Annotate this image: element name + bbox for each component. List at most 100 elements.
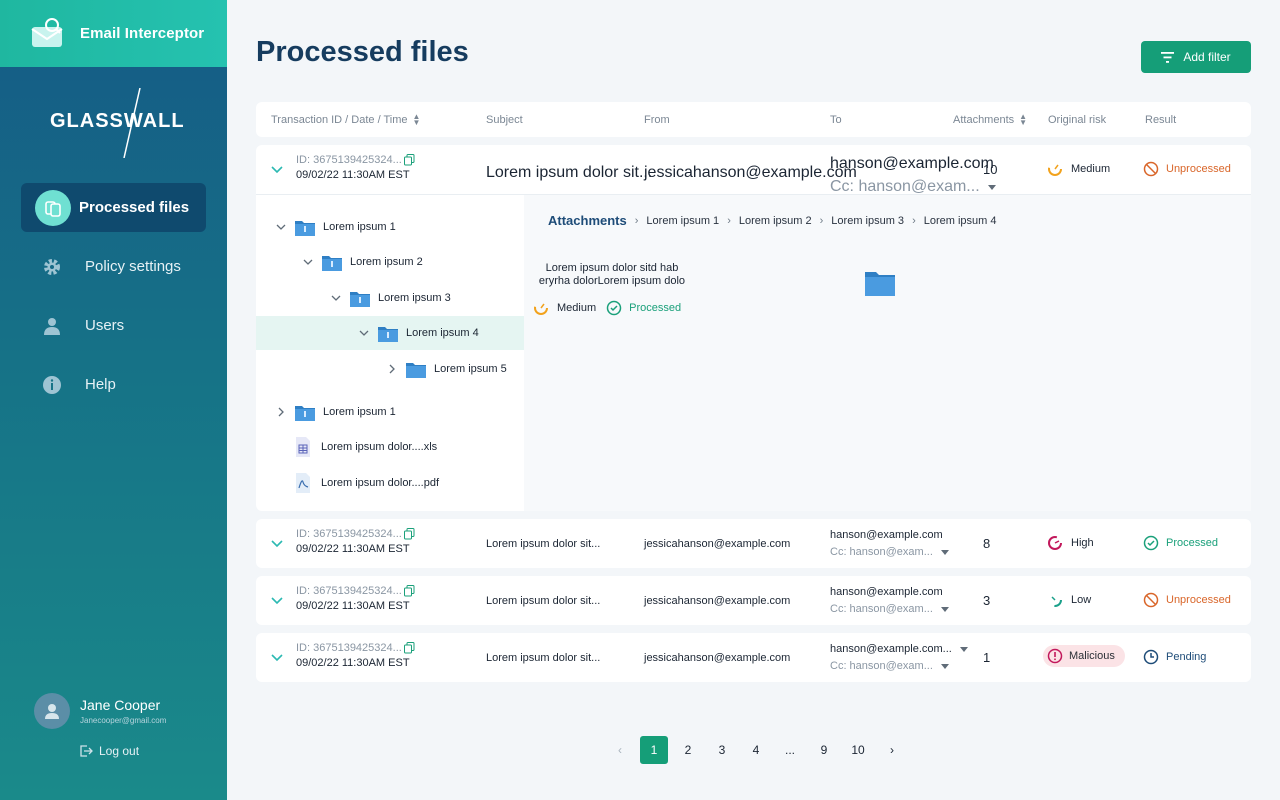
sidebar-item-users[interactable]: Users <box>21 301 206 350</box>
page-button[interactable]: 10 <box>844 736 872 764</box>
cc-address: Cc: hanson@exam... <box>830 603 933 615</box>
chevron-down-icon[interactable] <box>270 593 284 607</box>
copy-icon[interactable] <box>403 642 415 654</box>
table-row-expanded: ID: 3675139425324... 09/02/22 11:30AM ES… <box>256 145 1251 511</box>
chevron-down-icon <box>359 330 369 336</box>
folder-icon <box>350 291 370 307</box>
tree-item-selected[interactable]: Lorem ipsum 4 <box>256 316 524 350</box>
page-button[interactable]: 1 <box>640 736 668 764</box>
tree-item[interactable]: Lorem ipsum dolor....pdf <box>293 466 524 500</box>
sidebar-item-policy-settings[interactable]: Policy settings <box>21 242 206 291</box>
pagination: ‹ 1 2 3 4 ... 9 10 › <box>606 736 912 764</box>
transaction-cell: ID: 3675139425324... 09/02/22 11:30AM ES… <box>296 585 415 612</box>
result-label: Processed <box>1166 537 1218 549</box>
attachments-count: 8 <box>983 536 991 551</box>
to-address: hanson@example.com <box>830 586 943 598</box>
tree-item[interactable]: Lorem ipsum 2 <box>302 245 524 279</box>
tree-item[interactable]: Lorem ipsum dolor....xls <box>293 430 524 464</box>
info-icon <box>41 367 63 403</box>
file-risk: Medium <box>533 300 596 316</box>
sidebar-item-label: Users <box>85 317 125 334</box>
tree-item[interactable]: Lorem ipsum 5 <box>386 352 524 386</box>
add-filter-button[interactable]: Add filter <box>1141 41 1251 73</box>
attachments-count: 1 <box>983 650 991 665</box>
user-email: Janecooper@gmail.com <box>80 716 167 725</box>
tree-item-label: Lorem ipsum 1 <box>323 406 396 418</box>
cc-dropdown[interactable]: Cc: hanson@exam... <box>830 546 949 558</box>
result-label: Pending <box>1166 651 1207 663</box>
table-row[interactable]: ID: 3675139425324... 09/02/22 11:30AM ES… <box>256 633 1251 682</box>
user-icon <box>41 308 63 344</box>
folder-icon <box>406 362 426 378</box>
user-profile[interactable]: Jane Cooper Janecooper@gmail.com <box>34 693 166 729</box>
sidebar-item-help[interactable]: Help <box>21 360 206 409</box>
page-button[interactable]: 9 <box>810 736 838 764</box>
check-circle-icon <box>606 300 622 316</box>
high-risk-icon <box>1048 536 1062 550</box>
caret-down-icon <box>940 606 949 612</box>
chevron-down-icon[interactable] <box>270 536 284 550</box>
chevron-right-icon <box>389 364 395 374</box>
breadcrumb: Attachments › Lorem ipsum 1 › Lorem ipsu… <box>548 213 997 228</box>
copy-icon[interactable] <box>403 585 415 597</box>
copy-icon[interactable] <box>403 528 415 540</box>
column-to: To <box>830 114 842 126</box>
logout-button[interactable]: Log out <box>79 744 139 758</box>
page-title: Processed files <box>256 36 469 68</box>
caret-down-icon <box>940 663 949 669</box>
sidebar-item-label: Policy settings <box>85 258 181 275</box>
column-attachments[interactable]: Attachments ▲ ▼ <box>953 113 1027 127</box>
logout-icon <box>80 745 93 757</box>
table-row[interactable]: ID: 3675139425324... 09/02/22 11:30AM ES… <box>256 576 1251 625</box>
copy-icon[interactable] <box>403 154 415 166</box>
transaction-cell: ID: 3675139425324... 09/02/22 11:30AM ES… <box>296 154 415 181</box>
transaction-cell: ID: 3675139425324... 09/02/22 11:30AM ES… <box>296 528 415 555</box>
add-filter-label: Add filter <box>1183 50 1231 64</box>
to-cell: hanson@example.com... Cc: hanson@exam... <box>830 643 968 672</box>
tree-item-label: Lorem ipsum dolor....pdf <box>321 477 440 489</box>
chevron-down-icon[interactable] <box>270 650 284 664</box>
column-label: From <box>644 114 670 126</box>
tree-item-label: Lorem ipsum 4 <box>406 327 479 339</box>
transaction-id: ID: 3675139425324... <box>296 154 402 166</box>
cc-dropdown[interactable]: Cc: hanson@exam... <box>830 603 949 615</box>
chevron-down-icon <box>276 224 286 230</box>
to-address: hanson@example.com <box>830 529 943 541</box>
attachment-detail-panel: Attachments › Lorem ipsum 1 › Lorem ipsu… <box>524 194 1251 511</box>
subject-cell: Lorem ipsum dolor sit... <box>486 652 601 664</box>
table-row[interactable]: ID: 3675139425324... 09/02/22 11:30AM ES… <box>256 519 1251 568</box>
tree-item[interactable]: Lorem ipsum 1 <box>275 210 524 244</box>
risk-cell: Low <box>1047 592 1091 608</box>
to-cell: hanson@example.com Cc: hanson@exam... <box>830 529 949 558</box>
chevron-up-icon[interactable] <box>270 162 284 176</box>
cc-dropdown[interactable]: Cc: hanson@exam... <box>830 660 968 672</box>
breadcrumb-item[interactable]: Lorem ipsum 4 <box>924 215 997 227</box>
to-dropdown[interactable]: hanson@example.com... <box>830 643 968 655</box>
risk-label: Low <box>1071 594 1092 606</box>
spreadsheet-file-icon <box>296 437 310 457</box>
result-cell: Unprocessed <box>1143 592 1231 608</box>
next-page-button[interactable]: › <box>878 736 906 764</box>
column-transaction[interactable]: Transaction ID / Date / Time ▲ ▼ <box>271 113 420 127</box>
page-button[interactable]: 4 <box>742 736 770 764</box>
prev-page-button[interactable]: ‹ <box>606 736 634 764</box>
caret-down-icon <box>959 646 968 652</box>
from-cell: jessicahanson@example.com <box>644 164 857 181</box>
breadcrumb-item[interactable]: Lorem ipsum 1 <box>646 215 719 227</box>
cc-address: Cc: hanson@exam... <box>830 660 933 672</box>
tree-item[interactable]: Lorem ipsum 3 <box>330 281 524 315</box>
sidebar-item-processed-files[interactable]: Processed files <box>21 183 206 232</box>
transaction-date: 09/02/22 11:30AM EST <box>296 543 410 555</box>
malicious-badge: Malicious <box>1043 645 1125 667</box>
app-brand[interactable]: Email Interceptor <box>0 0 227 67</box>
page-button[interactable]: 3 <box>708 736 736 764</box>
folder-icon[interactable] <box>865 270 895 296</box>
breadcrumb-item[interactable]: Lorem ipsum 3 <box>831 215 904 227</box>
caret-down-icon <box>987 184 996 190</box>
logo-slash-icon <box>123 88 141 158</box>
tree-item[interactable]: Lorem ipsum 1 <box>275 395 524 429</box>
breadcrumb-item[interactable]: Lorem ipsum 2 <box>739 215 812 227</box>
tree-item-label: Lorem ipsum 1 <box>323 221 396 233</box>
breadcrumb-item[interactable]: Attachments <box>548 213 627 228</box>
page-button[interactable]: 2 <box>674 736 702 764</box>
